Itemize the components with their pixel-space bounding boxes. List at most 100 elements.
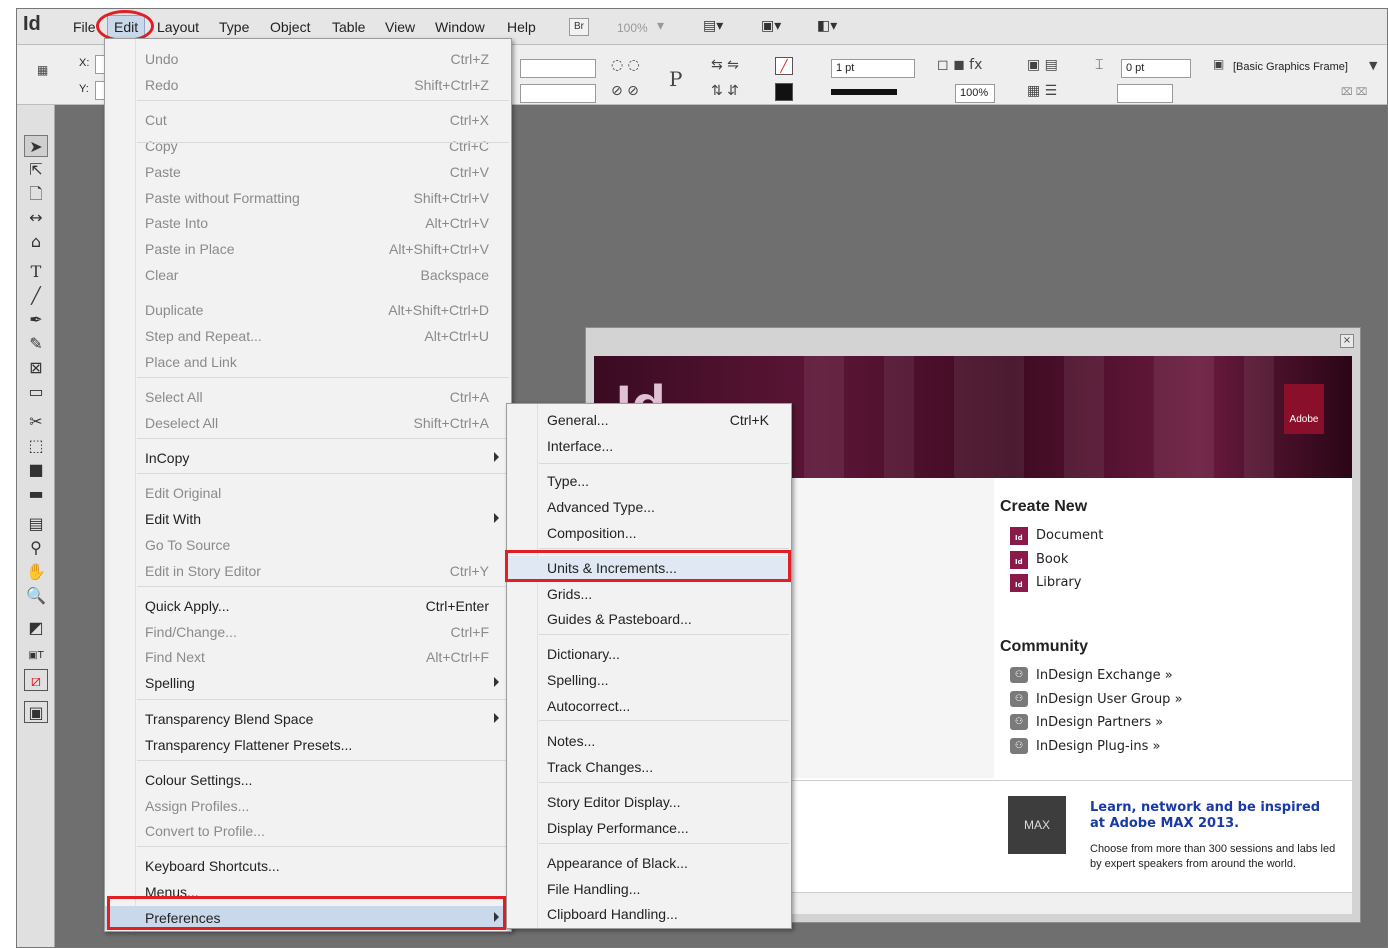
font-dropdown[interactable] [520, 59, 596, 78]
fitting-icon[interactable]: ▣ ▤ [1027, 57, 1058, 73]
menu-item-find-change[interactable]: Find/Change... Ctrl+F [105, 620, 511, 644]
pref-item-clipboard-handling[interactable]: Clipboard Handling... [507, 902, 791, 926]
menu-item-go-to-source[interactable]: Go To Source [105, 533, 511, 557]
gap-tool-icon[interactable]: ↔ [24, 207, 48, 229]
align-icon[interactable]: ▦ ☰ [1027, 83, 1057, 99]
flip-horizontal-icon[interactable]: ⇆ ⇋ [711, 57, 739, 73]
menu-layout[interactable]: Layout [157, 19, 199, 35]
menu-type[interactable]: Type [219, 19, 249, 35]
screen-mode-icon[interactable]: ▤▾ [703, 18, 723, 34]
menu-item-paste-without-formatting[interactable]: Paste without Formatting Shift+Ctrl+V [105, 186, 511, 210]
frame-fitting-icon[interactable]: ⌶ [1095, 57, 1103, 73]
type-tool-icon[interactable]: T [24, 261, 48, 283]
menu-help[interactable]: Help [507, 19, 536, 35]
menu-table[interactable]: Table [332, 19, 365, 35]
menu-item-assign-profiles[interactable]: Assign Profiles... [105, 794, 511, 818]
free-transform-tool-icon[interactable]: ⬚ [24, 435, 48, 457]
pref-item-advanced-type[interactable]: Advanced Type... [507, 495, 791, 519]
view-options-icon[interactable]: ▣▾ [761, 18, 781, 34]
pref-item-composition[interactable]: Composition... [507, 521, 791, 545]
stroke-weight-field[interactable]: 1 pt [831, 59, 915, 78]
content-collector-icon[interactable]: ⌂ [24, 231, 48, 253]
bridge-button[interactable]: Br [569, 18, 589, 36]
menu-item-select-all[interactable]: Select All Ctrl+A [105, 385, 511, 409]
menu-item-redo[interactable]: Redo Shift+Ctrl+Z [105, 73, 511, 97]
page-tool-icon[interactable]: 🗋 [24, 183, 48, 205]
zoom-tool-icon[interactable]: 🔍 [24, 585, 48, 607]
pref-item-track-changes[interactable]: Track Changes... [507, 755, 791, 779]
pref-item-story-editor-display[interactable]: Story Editor Display... [507, 790, 791, 814]
shear-icon[interactable]: ⊘ ⊘ [611, 83, 639, 99]
arrange-documents-icon[interactable]: ◧▾ [817, 18, 837, 34]
pref-item-type[interactable]: Type... [507, 469, 791, 493]
menu-item-paste-into[interactable]: Paste Into Alt+Ctrl+V [105, 211, 511, 235]
fill-stroke-icon[interactable]: ◩ [24, 617, 48, 639]
menu-item-clear[interactable]: Clear Backspace [105, 263, 511, 287]
fill-swatch-icon[interactable]: ╱ [775, 57, 793, 75]
pref-item-grids[interactable]: Grids... [507, 582, 791, 606]
menu-item-undo[interactable]: Undo Ctrl+Z [105, 47, 511, 71]
menu-item-keyboard-shortcuts[interactable]: Keyboard Shortcuts... [105, 854, 511, 878]
menu-file[interactable]: File [73, 19, 96, 35]
menu-item-transparency-flattener-presets[interactable]: Transparency Flattener Presets... [105, 733, 511, 757]
pref-item-autocorrect[interactable]: Autocorrect... [507, 694, 791, 718]
menu-item-copy[interactable]: Copy Ctrl+C [105, 134, 511, 158]
max-promo-link[interactable]: Learn, network and be inspired at Adobe … [1090, 800, 1330, 832]
menu-object[interactable]: Object [270, 19, 310, 35]
pref-item-interface[interactable]: Interface... [507, 434, 791, 458]
reference-point-icon[interactable]: ▦ [37, 63, 48, 77]
screen-mode-tool-icon[interactable]: ▣ [24, 701, 48, 723]
selection-tool-icon[interactable]: ➤ [24, 135, 48, 157]
menu-item-edit-in-story-editor[interactable]: Edit in Story Editor Ctrl+Y [105, 559, 511, 583]
pref-item-spelling[interactable]: Spelling... [507, 668, 791, 692]
stroke-swatch-icon[interactable] [775, 83, 793, 101]
hand-tool-icon[interactable]: ✋ [24, 561, 48, 583]
menu-item-edit-original[interactable]: Edit Original [105, 481, 511, 505]
menu-item-duplicate[interactable]: Duplicate Alt+Shift+Ctrl+D [105, 298, 511, 322]
corner-dropdown[interactable] [1117, 84, 1173, 103]
menu-item-edit-with[interactable]: Edit With [105, 507, 511, 531]
menu-item-cut[interactable]: Cut Ctrl+X [105, 108, 511, 132]
menu-item-colour-settings[interactable]: Colour Settings... [105, 768, 511, 792]
close-icon[interactable]: × [1340, 334, 1354, 348]
opacity-field[interactable]: 100% [955, 84, 995, 103]
offset-field[interactable]: 0 pt [1121, 59, 1191, 78]
menu-item-spelling[interactable]: Spelling [105, 671, 511, 695]
direct-selection-tool-icon[interactable]: ⇱ [24, 159, 48, 181]
menu-item-find-next[interactable]: Find Next Alt+Ctrl+F [105, 645, 511, 669]
scissors-tool-icon[interactable]: ✂ [24, 411, 48, 433]
flip-vertical-icon[interactable]: ⇅ ⇵ [711, 83, 739, 99]
gradient-feather-tool-icon[interactable]: ▬ [24, 483, 48, 505]
eyedropper-tool-icon[interactable]: ⚲ [24, 537, 48, 559]
menu-item-paste[interactable]: Paste Ctrl+V [105, 160, 511, 184]
rectangle-frame-tool-icon[interactable]: ⊠ [24, 357, 48, 379]
menu-item-step-and-repeat[interactable]: Step and Repeat... Alt+Ctrl+U [105, 324, 511, 348]
style-dropdown[interactable] [520, 84, 596, 103]
gradient-swatch-tool-icon[interactable]: ■ [24, 459, 48, 481]
menu-window[interactable]: Window [435, 19, 485, 35]
rectangle-tool-icon[interactable]: ▭ [24, 381, 48, 403]
pref-item-display-performance[interactable]: Display Performance... [507, 816, 791, 840]
pref-item-general[interactable]: General... Ctrl+K [507, 408, 791, 432]
effects-icon[interactable]: ◻ ◼ fx [937, 57, 982, 73]
object-style-icon[interactable]: ▣ [1213, 57, 1224, 71]
menu-item-incopy[interactable]: InCopy [105, 446, 511, 470]
pref-item-file-handling[interactable]: File Handling... [507, 877, 791, 901]
formatting-affects-icon[interactable]: ▣T [24, 645, 48, 667]
menu-item-transparency-blend-space[interactable]: Transparency Blend Space [105, 707, 511, 731]
menu-item-convert-to-profile[interactable]: Convert to Profile... [105, 819, 511, 843]
line-tool-icon[interactable]: ╱ [24, 285, 48, 307]
clear-overrides-icon[interactable]: ⌧ ⌧ [1341, 87, 1367, 98]
object-style-value[interactable]: [Basic Graphics Frame] [1233, 61, 1348, 73]
pref-item-appearance-of-black[interactable]: Appearance of Black... [507, 851, 791, 875]
object-style-dropdown-icon[interactable]: ▼ [1369, 59, 1377, 72]
pref-item-dictionary[interactable]: Dictionary... [507, 642, 791, 666]
menu-item-paste-in-place[interactable]: Paste in Place Alt+Shift+Ctrl+V [105, 237, 511, 261]
menu-item-place-and-link[interactable]: Place and Link [105, 350, 511, 374]
menu-item-quick-apply[interactable]: Quick Apply... Ctrl+Enter [105, 594, 511, 618]
menu-view[interactable]: View [385, 19, 415, 35]
pref-item-notes[interactable]: Notes... [507, 729, 791, 753]
apply-none-icon[interactable]: ⧄ [24, 669, 48, 691]
reference-p-icon[interactable]: P [669, 67, 682, 91]
pencil-tool-icon[interactable]: ✎ [24, 333, 48, 355]
